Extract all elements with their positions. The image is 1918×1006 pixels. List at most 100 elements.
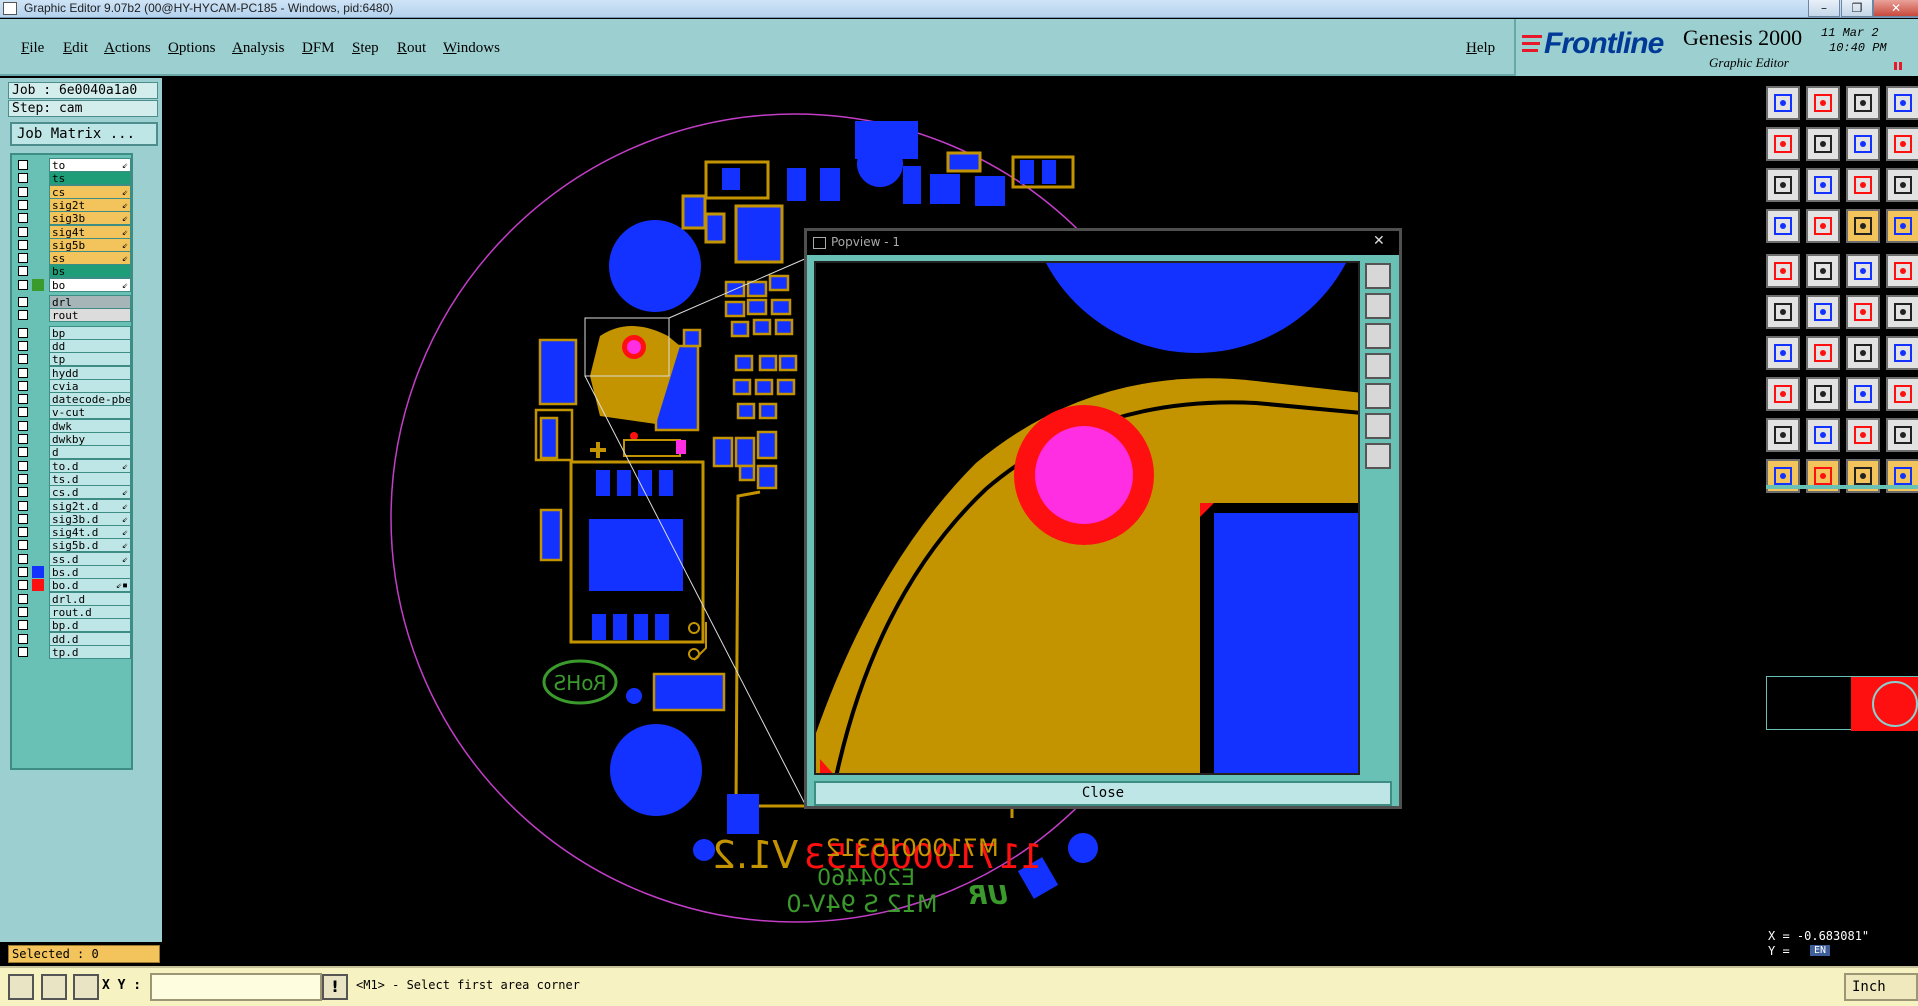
layer-row-bs[interactable]: bs — [15, 264, 131, 279]
layer-row-bo[interactable]: bo ⇙ — [15, 277, 131, 292]
layer-checkbox[interactable] — [18, 593, 28, 604]
layer-row-dwkby[interactable]: dwkby — [15, 432, 131, 446]
layer-checkbox[interactable] — [18, 239, 28, 250]
layer-checkbox[interactable] — [18, 553, 28, 564]
xy-input[interactable] — [150, 973, 322, 1001]
layer-row-sig4t[interactable]: sig4t ⇙ — [15, 224, 131, 239]
layer-row-sig3b.d[interactable]: sig3b.d ⇙ — [15, 511, 131, 526]
popview-tool-window-icon[interactable] — [1365, 263, 1391, 289]
layer-checkbox[interactable] — [18, 500, 28, 511]
layer-name[interactable]: hydd — [49, 365, 131, 380]
layer-name[interactable]: rout — [49, 308, 131, 323]
layer-row-cvia[interactable]: cvia — [15, 378, 131, 393]
layer-name[interactable]: dd.d — [49, 631, 131, 646]
layer-checkbox[interactable] — [18, 367, 28, 378]
menu-help[interactable]: Help — [1466, 40, 1495, 57]
layer-name[interactable]: ss ⇙ — [49, 251, 131, 266]
layer-checkbox[interactable] — [18, 327, 28, 338]
layer-checkbox[interactable] — [18, 473, 28, 484]
layer-name[interactable]: v-cut — [49, 405, 131, 420]
stop-icon[interactable] — [1886, 254, 1918, 288]
layer-row-sig5b[interactable]: sig5b ⇙ — [15, 237, 131, 252]
measure-icon[interactable] — [1766, 209, 1800, 243]
layer-checkbox[interactable] — [18, 266, 28, 277]
layer-name[interactable]: datecode-pbe — [49, 392, 131, 407]
flag-icon[interactable] — [1886, 295, 1918, 329]
layer-checkbox[interactable] — [18, 646, 28, 657]
layer-row-sig4t.d[interactable]: sig4t.d ⇙ — [15, 525, 131, 540]
popview-zoom-out-icon[interactable] — [1365, 443, 1391, 469]
layer-checkbox[interactable] — [18, 253, 28, 264]
layer-row-rout.d[interactable]: rout.d — [15, 604, 131, 619]
menu-windows[interactable]: Windows — [443, 40, 500, 57]
layer-row-sig2t[interactable]: sig2t ⇙ — [15, 197, 131, 212]
layer-checkbox[interactable] — [18, 434, 28, 444]
move-left-icon[interactable] — [1766, 127, 1800, 161]
layer-name[interactable]: to ⇙ — [49, 158, 131, 172]
grid-mode-icon[interactable] — [73, 974, 99, 1000]
layer-row-ss[interactable]: ss ⇙ — [15, 251, 131, 266]
angle-mode-icon[interactable] — [41, 974, 67, 1000]
layer-checkbox[interactable] — [18, 460, 28, 471]
popview-pan-up-icon[interactable] — [1365, 293, 1391, 319]
move-pad-icon[interactable] — [1766, 377, 1800, 411]
layer-name[interactable]: bo ⇙ — [49, 277, 131, 292]
layer-name[interactable]: sig2t ⇙ — [49, 197, 131, 212]
layer-checkbox[interactable] — [18, 420, 28, 431]
net-icon[interactable] — [1846, 209, 1880, 243]
layer-name[interactable]: dwkby — [49, 432, 131, 446]
grid-icon[interactable] — [1806, 209, 1840, 243]
layer-row-bs.d[interactable]: bs.d — [15, 565, 131, 579]
layer-checkbox[interactable] — [18, 173, 28, 184]
scale-1-2-icon[interactable] — [1846, 168, 1880, 202]
units-selector[interactable]: Inch — [1844, 973, 1918, 1001]
layer-name[interactable]: tp — [49, 352, 131, 367]
layer-name[interactable]: bs — [49, 264, 131, 279]
layer-name[interactable]: bo.d ⇙▪ — [49, 578, 131, 593]
layer-name[interactable]: bp — [49, 325, 131, 340]
menu-dfm[interactable]: DFM — [302, 40, 335, 57]
popview-pan-right-icon[interactable] — [1365, 383, 1391, 409]
move-right-icon[interactable] — [1806, 127, 1840, 161]
minimize-button[interactable]: – — [1808, 0, 1840, 17]
layer-row-datecode-pbe[interactable]: datecode-pbe — [15, 392, 131, 407]
popview-viewport[interactable] — [814, 261, 1360, 775]
layer-checkbox[interactable] — [18, 580, 28, 591]
layer-checkbox[interactable] — [18, 213, 28, 224]
layer-checkbox[interactable] — [18, 310, 28, 321]
layer-name[interactable]: cs ⇙ — [49, 184, 131, 199]
popview-close-button[interactable]: Close — [814, 781, 1392, 806]
menu-file[interactable]: File — [21, 40, 44, 57]
layer-row-v-cut[interactable]: v-cut — [15, 405, 131, 420]
layer-name[interactable]: sig3b ⇙ — [49, 211, 131, 226]
layer-name[interactable]: sig4t.d ⇙ — [49, 525, 131, 540]
layer-name[interactable]: drl.d — [49, 591, 131, 606]
align-icon[interactable] — [1846, 377, 1880, 411]
layer-checkbox[interactable] — [18, 407, 28, 418]
close-window-button[interactable]: ✕ — [1873, 0, 1918, 17]
menu-actions[interactable]: Actions — [104, 40, 151, 57]
arc-icon[interactable] — [1846, 336, 1880, 370]
layer-name[interactable]: bp.d — [49, 618, 131, 633]
layer-name[interactable]: cs.d ⇙ — [49, 485, 131, 500]
layer-name[interactable]: dwk — [49, 418, 131, 433]
layer-name[interactable]: tp.d — [49, 644, 131, 659]
add-line-icon[interactable] — [1806, 254, 1840, 288]
layer-name[interactable]: sig5b ⇙ — [49, 237, 131, 252]
triangle-icon[interactable] — [1766, 418, 1800, 452]
record-icon[interactable] — [1766, 254, 1800, 288]
layer-row-bp.d[interactable]: bp.d — [15, 618, 131, 633]
menu-rout[interactable]: Rout — [397, 40, 426, 57]
layer-checkbox[interactable] — [18, 567, 28, 577]
layer-row-rout[interactable]: rout — [15, 308, 131, 323]
layer-checkbox[interactable] — [18, 606, 28, 617]
popview-titlebar[interactable]: Popview - 1 ✕ — [807, 231, 1399, 255]
layer-name[interactable]: sig2t.d ⇙ — [49, 498, 131, 513]
layer-checkbox[interactable] — [18, 279, 28, 290]
alert-icon[interactable]: ! — [322, 974, 348, 1000]
layer-checkbox[interactable] — [18, 380, 28, 391]
layer-name[interactable]: d — [49, 445, 131, 460]
save-icon[interactable] — [1806, 86, 1840, 120]
sweep-icon[interactable] — [1806, 418, 1840, 452]
layer-row-bo.d[interactable]: bo.d ⇙▪ — [15, 578, 131, 593]
